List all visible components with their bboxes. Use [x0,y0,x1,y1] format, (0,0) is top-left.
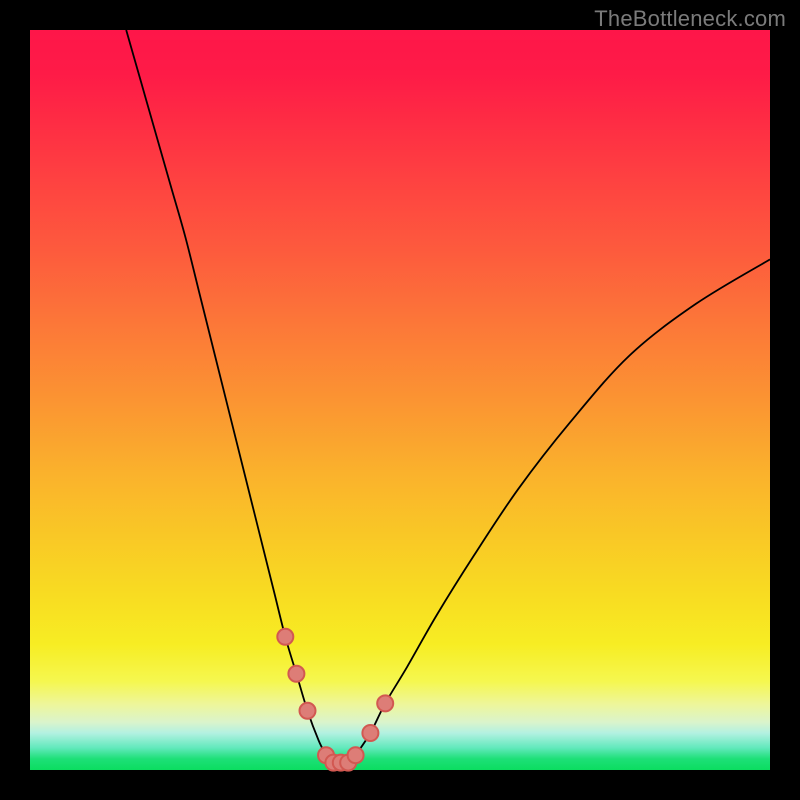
curve-left-branch [126,30,326,755]
curve-right-branch [356,259,770,755]
data-marker [300,703,316,719]
data-marker [377,695,393,711]
data-marker [288,666,304,682]
data-marker [362,725,378,741]
marker-group [277,629,393,771]
curve-layer [30,30,770,770]
data-marker [277,629,293,645]
chart-frame: TheBottleneck.com [0,0,800,800]
data-marker [348,747,364,763]
plot-area [30,30,770,770]
watermark-text: TheBottleneck.com [594,6,786,32]
